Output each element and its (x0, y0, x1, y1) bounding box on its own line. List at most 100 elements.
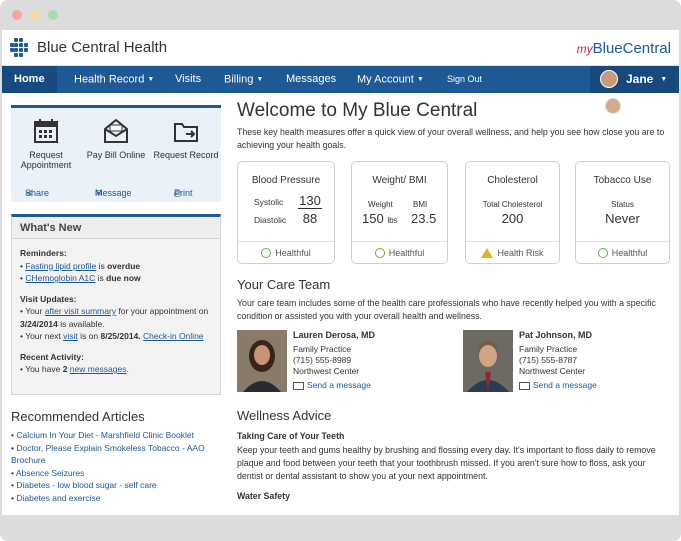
weight-bmi-card[interactable]: Weight/ BMI Weight BMI 150 lbs 23.5 Heal… (351, 161, 448, 264)
tobacco-status-label: Status (611, 200, 634, 209)
whats-new-body: Reminders: • Fasting lipid profile is ov… (12, 239, 220, 382)
visit-updates-heading: Visit Updates: (20, 293, 77, 304)
check-circle-icon (374, 247, 385, 258)
bmi-value: 23.5 (411, 211, 437, 226)
systolic-label: Systolic (254, 197, 284, 207)
request-record-label: Request Record (153, 150, 219, 160)
site-header: Blue Central Health myBlueCentral (2, 30, 679, 66)
nav-messages[interactable]: Messages (286, 66, 336, 93)
visit-update-item: • Your after visit summary for your appo… (20, 306, 209, 329)
doctor-specialty: Family Practice (293, 344, 352, 354)
request-record-button[interactable]: Request Record (153, 118, 219, 160)
fasting-lipid-link[interactable]: Fasting lipid profile (25, 261, 96, 271)
window-titlebar (0, 0, 681, 30)
reminders-heading: Reminders: (20, 248, 67, 258)
article-link[interactable]: Absence Seizures (11, 467, 221, 480)
recommended-articles-list: Calcium In Your Diet - Marshfield Clinic… (11, 429, 221, 504)
user-menu[interactable]: Jane ▼ (590, 66, 679, 93)
hemoglobin-link[interactable]: CHemoglobin A1C (25, 273, 95, 283)
card-title: Cholesterol (487, 175, 538, 186)
doctor-photo (237, 330, 287, 392)
request-appointment-button[interactable]: Request Appointment (13, 118, 79, 170)
nav-my-account[interactable]: My Account ▼ (357, 66, 424, 93)
nav-sign-out[interactable]: Sign Out (447, 66, 482, 93)
recent-activity-heading: Recent Activity: (20, 351, 84, 362)
page-intro: These key health measures offer a quick … (237, 127, 665, 150)
article-link[interactable]: Doctor, Please Explain Smokeless Tobacco… (11, 442, 221, 467)
health-measures: Blood Pressure Systolic 130 Diastolic 88… (237, 161, 670, 269)
article-link[interactable]: Diabetes - low blood sugar - self care (11, 479, 221, 492)
weight-label: Weight (368, 200, 393, 209)
nav-home[interactable]: Home (2, 66, 57, 93)
folder-icon (173, 118, 199, 144)
advice-text: Keep your teeth and gums healthy by brus… (237, 445, 656, 481)
new-messages-link[interactable]: new messages (70, 364, 127, 374)
brand-name[interactable]: Blue Central Health (37, 39, 167, 56)
card-title: Tobacco Use (593, 175, 652, 186)
diastolic-label: Diastolic (254, 215, 287, 225)
nav-billing[interactable]: Billing ▼ (224, 66, 263, 93)
care-team-intro: Your care team includes some of the heal… (237, 298, 656, 321)
cholesterol-card[interactable]: Cholesterol Total Cholesterol 200 Health… (465, 161, 560, 264)
bmi-label: BMI (413, 200, 428, 209)
chevron-down-icon: ▼ (147, 76, 155, 83)
card-title: Blood Pressure (251, 175, 321, 186)
tobacco-use-card[interactable]: Tobacco Use Status Never Healthful (575, 161, 670, 264)
check-in-online-link[interactable]: Check-in Online (143, 331, 203, 341)
care-team-title: Your Care Team (237, 277, 331, 292)
visit-link[interactable]: visit (63, 331, 78, 341)
window-bottom-bar (0, 515, 681, 541)
status-badge: Healthful (238, 241, 334, 263)
care-team-members: Lauren Derosa, MD Family Practice (715) … (237, 330, 669, 398)
send-message-link[interactable]: Send a message (519, 380, 669, 391)
request-appointment-label: Request Appointment (20, 150, 72, 170)
page-viewport: Blue Central Health myBlueCentral Home H… (2, 30, 679, 515)
minimize-window-button[interactable] (30, 10, 40, 20)
nav-visits[interactable]: Visits (175, 66, 201, 93)
whats-new-title: What's New (12, 217, 220, 239)
status-badge: Health Risk (466, 241, 559, 263)
calendar-icon (33, 118, 59, 144)
card-title: Weight/ BMI (372, 175, 427, 186)
doctor-photo (463, 330, 513, 392)
status-badge: Healthful (576, 241, 669, 263)
doctor-location: Northwest Center (293, 366, 360, 376)
left-column: Request Appointment Pay Bill Online Requ… (11, 105, 221, 504)
whats-new-panel: What's New Reminders: • Fasting lipid pr… (11, 214, 221, 395)
send-message-link[interactable]: Send a message (293, 380, 443, 391)
recommended-articles-title: Recommended Articles (11, 409, 145, 424)
pay-bill-button[interactable]: Pay Bill Online (83, 118, 149, 160)
bill-icon (103, 118, 129, 144)
doctor-phone: (715) 555-8989 (293, 355, 352, 365)
systolic-value: 130 (298, 193, 322, 209)
pay-bill-label: Pay Bill Online (86, 150, 146, 160)
my-blue-central-logo: myBlueCentral (576, 40, 671, 57)
weight-value: 150 lbs (362, 211, 398, 226)
diastolic-value: 88 (302, 211, 318, 226)
reminder-item: • Fasting lipid profile is overdue (20, 260, 141, 271)
doctor-phone: (715) 555-8787 (519, 355, 578, 365)
reminder-item: • CHemoglobin A1C is due now (20, 273, 141, 283)
main-content: Welcome to My Blue Central These key hea… (237, 100, 670, 501)
blood-pressure-card[interactable]: Blood Pressure Systolic 130 Diastolic 88… (237, 161, 335, 264)
envelope-icon (519, 381, 530, 390)
chevron-down-icon: ▼ (256, 76, 264, 83)
cholesterol-label: Total Cholesterol (482, 200, 543, 209)
cholesterol-value: 200 (501, 211, 524, 226)
warning-icon (481, 247, 494, 258)
check-circle-icon (597, 247, 608, 258)
wellness-advice-title: Wellness Advice (237, 408, 332, 423)
after-visit-summary-link[interactable]: after visit summary (45, 306, 116, 316)
close-window-button[interactable] (12, 10, 22, 20)
browser-window: Blue Central Health myBlueCentral Home H… (0, 0, 681, 541)
status-badge: Healthful (352, 241, 447, 263)
doctor-name: Lauren Derosa, MD (293, 330, 376, 340)
article-link[interactable]: Calcium In Your Diet - Marshfield Clinic… (11, 429, 221, 442)
chevron-down-icon: ▼ (416, 76, 424, 83)
article-link[interactable]: Diabetes and exercise (11, 492, 221, 505)
quick-actions-panel: Request Appointment Pay Bill Online Requ… (11, 105, 221, 202)
main-nav: Home Health Record ▼ Visits Billing ▼ Mess… (2, 66, 679, 93)
maximize-window-button[interactable] (48, 10, 58, 20)
nav-health-record[interactable]: Health Record ▼ (74, 66, 154, 93)
tobacco-status-value: Never (605, 211, 640, 226)
